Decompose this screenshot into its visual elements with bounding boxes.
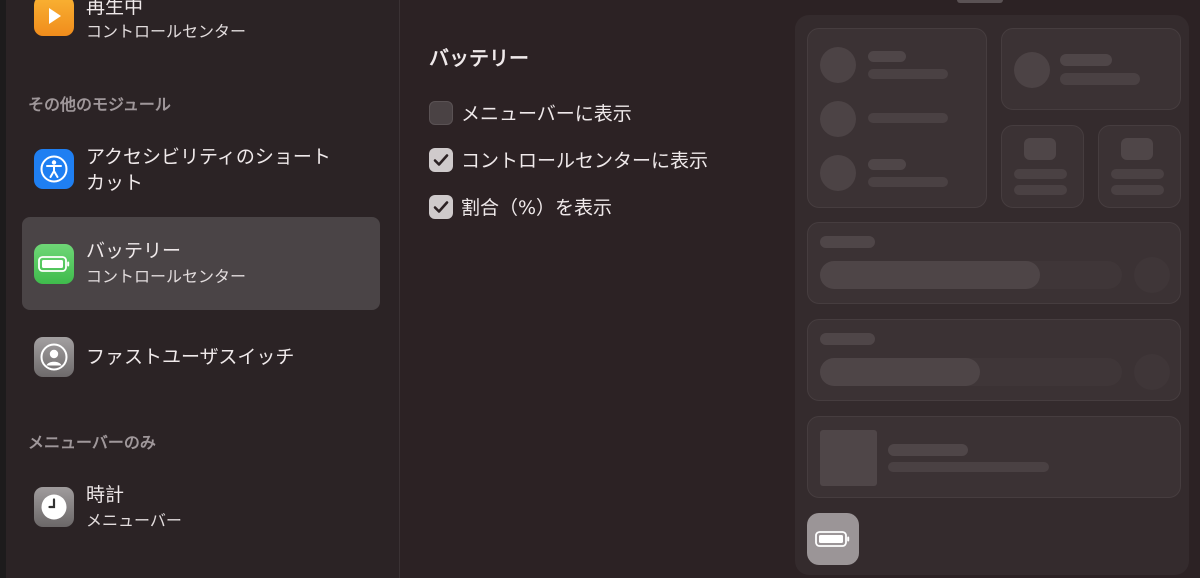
- option-show-in-control-center[interactable]: コントロールセンターに表示: [429, 146, 708, 173]
- preview-toggle-circle: [820, 47, 856, 83]
- show-in-menubar-checkbox[interactable]: [429, 100, 453, 125]
- option-label: メニューバーに表示: [461, 103, 632, 125]
- preview-placeholder-bar: [1060, 73, 1140, 85]
- preview-placeholder-bar: [1121, 138, 1153, 160]
- accessibility-icon: [34, 149, 74, 189]
- option-show-in-menubar[interactable]: メニューバーに表示: [429, 99, 632, 126]
- show-percentage-checkbox[interactable]: [429, 194, 453, 219]
- preview-slider-fill: [820, 261, 1040, 289]
- preview-slider-fill: [820, 358, 980, 386]
- sidebar-item-clock[interactable]: 時計 メニューバー: [22, 473, 380, 543]
- preview-placeholder-bar: [1111, 169, 1164, 179]
- preview-placeholder-bar: [1024, 138, 1056, 160]
- clock-icon: [34, 487, 74, 527]
- sidebar-item-title-line2: カット: [86, 172, 144, 194]
- preview-placeholder-bar: [868, 113, 948, 123]
- preview-placeholder-bar: [1014, 169, 1067, 179]
- section-header-other-modules: その他のモジュール: [28, 95, 171, 114]
- preview-placeholder-bar: [868, 177, 948, 187]
- preview-placeholder-bar: [868, 159, 906, 170]
- checkmark-icon: [433, 200, 449, 213]
- battery-icon: [815, 531, 850, 547]
- preview-sound-slider-card: [807, 319, 1181, 401]
- checkmark-icon: [433, 153, 449, 166]
- sidebar-item-battery[interactable]: バッテリー コントロールセンター: [22, 217, 380, 310]
- settings-pane: バッテリー メニューバーに表示 コントロールセンターに表示 割合（%）を表示: [400, 0, 795, 578]
- preview-artwork-placeholder: [820, 430, 877, 486]
- preview-display-slider-card: [807, 222, 1181, 304]
- preview-now-playing-card: [807, 416, 1181, 498]
- pane-title: バッテリー: [429, 46, 529, 70]
- preview-placeholder-bar: [1111, 185, 1164, 195]
- sidebar-item-subtitle: コントロールセンター: [86, 22, 247, 41]
- preview-battery-button: [807, 513, 859, 565]
- sidebar-item-fast-user-switching[interactable]: ファストユーザスイッチ: [22, 325, 380, 389]
- sidebar-item-title: 再生中: [86, 0, 144, 18]
- preview-placeholder-bar: [820, 236, 875, 248]
- section-header-menubar-only: メニューバーのみ: [28, 433, 156, 452]
- battery-icon: [34, 244, 74, 284]
- window-handle: [957, 0, 1003, 3]
- option-label: コントロールセンターに表示: [461, 150, 709, 172]
- preview-connectivity-card: [807, 28, 987, 208]
- play-icon: [34, 0, 74, 36]
- preview-small-card: [1098, 125, 1181, 208]
- preview-small-card: [1001, 125, 1084, 208]
- sidebar-item-title: バッテリー: [86, 240, 182, 262]
- preview-placeholder-bar: [1014, 185, 1067, 195]
- sidebar-item-accessibility-shortcut[interactable]: アクセシビリティのショート カット: [22, 135, 380, 203]
- sidebar-item-now-playing[interactable]: 再生中 コントロールセンター: [22, 0, 380, 46]
- preview-slider-button: [1134, 257, 1170, 293]
- sidebar-item-subtitle: コントロールセンター: [86, 267, 247, 286]
- preview-placeholder-bar: [868, 51, 906, 62]
- sidebar-item-title: 時計: [86, 484, 125, 506]
- preview-placeholder-bar: [888, 462, 1049, 472]
- preview-toggle-circle: [820, 155, 856, 191]
- sidebar-item-title: アクセシビリティのショート: [86, 146, 331, 168]
- sidebar: 再生中 コントロールセンター その他のモジュール アクセシビリティのショート カ…: [6, 0, 400, 578]
- preview-placeholder-bar: [888, 444, 968, 456]
- option-label: 割合（%）を表示: [461, 197, 613, 219]
- preview-toggle-circle: [820, 101, 856, 137]
- option-show-percentage[interactable]: 割合（%）を表示: [429, 193, 612, 220]
- preview-placeholder-bar: [868, 69, 948, 79]
- sidebar-item-subtitle: メニューバー: [86, 511, 182, 530]
- preview-slider-button: [1134, 354, 1170, 390]
- sidebar-item-title: ファストユーザスイッチ: [86, 346, 295, 368]
- preview-media-card: [1001, 28, 1181, 110]
- preview-placeholder-bar: [820, 333, 875, 345]
- user-icon: [34, 337, 74, 377]
- show-in-control-center-checkbox[interactable]: [429, 147, 453, 172]
- preview-toggle-circle: [1014, 52, 1050, 88]
- preview-placeholder-bar: [1060, 54, 1112, 66]
